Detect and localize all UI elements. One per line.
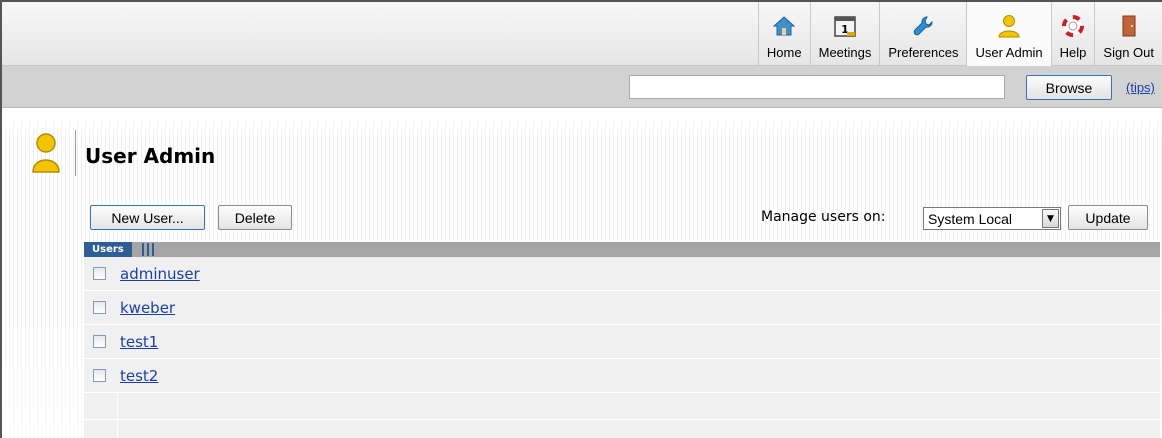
page-title: User Admin	[85, 144, 216, 168]
user-icon	[996, 13, 1022, 39]
nav-user-admin[interactable]: User Admin	[966, 2, 1051, 66]
top-nav-bar: Home 1 Meetings Preferences User Admin H…	[2, 2, 1162, 66]
users-tab[interactable]: Users	[84, 242, 132, 257]
user-link[interactable]: test2	[120, 367, 158, 385]
manage-users-selected: System Local	[928, 210, 1013, 227]
main-nav: Home 1 Meetings Preferences User Admin H…	[757, 2, 1162, 66]
search-input[interactable]	[629, 75, 1005, 99]
user-link[interactable]: adminuser	[120, 265, 200, 283]
nav-preferences[interactable]: Preferences	[879, 2, 966, 66]
nav-meetings-label: Meetings	[818, 45, 872, 60]
nav-home-label: Home	[766, 45, 802, 60]
user-admin-page-icon	[32, 132, 60, 174]
row-checkbox[interactable]	[93, 369, 106, 382]
empty-table-row	[84, 393, 1160, 420]
home-icon	[771, 13, 797, 39]
app-frame: Home 1 Meetings Preferences User Admin H…	[0, 0, 1162, 438]
empty-table-row	[84, 420, 1160, 438]
nav-user-admin-label: User Admin	[975, 45, 1043, 60]
chevron-down-icon[interactable]: ▼	[1042, 209, 1059, 228]
nav-meetings[interactable]: 1 Meetings	[809, 2, 880, 66]
title-divider	[75, 130, 76, 176]
update-button[interactable]: Update	[1068, 205, 1148, 230]
column-resize-grip[interactable]	[142, 243, 162, 256]
row-checkbox[interactable]	[93, 267, 106, 280]
table-row: test2	[84, 359, 1160, 393]
manage-users-label: Manage users on:	[761, 209, 886, 225]
user-link[interactable]: kweber	[120, 299, 175, 317]
user-link[interactable]: test1	[120, 333, 158, 351]
table-row: kweber	[84, 291, 1160, 325]
row-checkbox[interactable]	[93, 301, 106, 314]
tips-link[interactable]: (tips)	[1126, 80, 1155, 95]
lifebuoy-icon	[1060, 13, 1086, 39]
table-row: adminuser	[84, 257, 1160, 291]
door-icon	[1116, 13, 1142, 39]
nav-sign-out[interactable]: Sign Out	[1094, 2, 1162, 66]
nav-sign-out-label: Sign Out	[1103, 45, 1154, 60]
new-user-button[interactable]: New User...	[90, 205, 205, 230]
row-checkbox[interactable]	[93, 335, 106, 348]
nav-preferences-label: Preferences	[888, 45, 959, 60]
users-table-header: Users	[84, 242, 1160, 257]
nav-help-label: Help	[1059, 45, 1087, 60]
browse-button[interactable]: Browse	[1026, 75, 1112, 100]
delete-button[interactable]: Delete	[218, 205, 292, 230]
users-table: Users adminuser kweber test1 test2	[84, 242, 1160, 438]
manage-users-select[interactable]: System Local ▼	[923, 207, 1061, 230]
search-bar: Browse (tips)	[2, 66, 1162, 108]
calendar-icon: 1	[832, 13, 858, 39]
wrench-icon	[910, 13, 936, 39]
nav-help[interactable]: Help	[1050, 2, 1095, 66]
nav-home[interactable]: Home	[757, 2, 810, 66]
table-row: test1	[84, 325, 1160, 359]
